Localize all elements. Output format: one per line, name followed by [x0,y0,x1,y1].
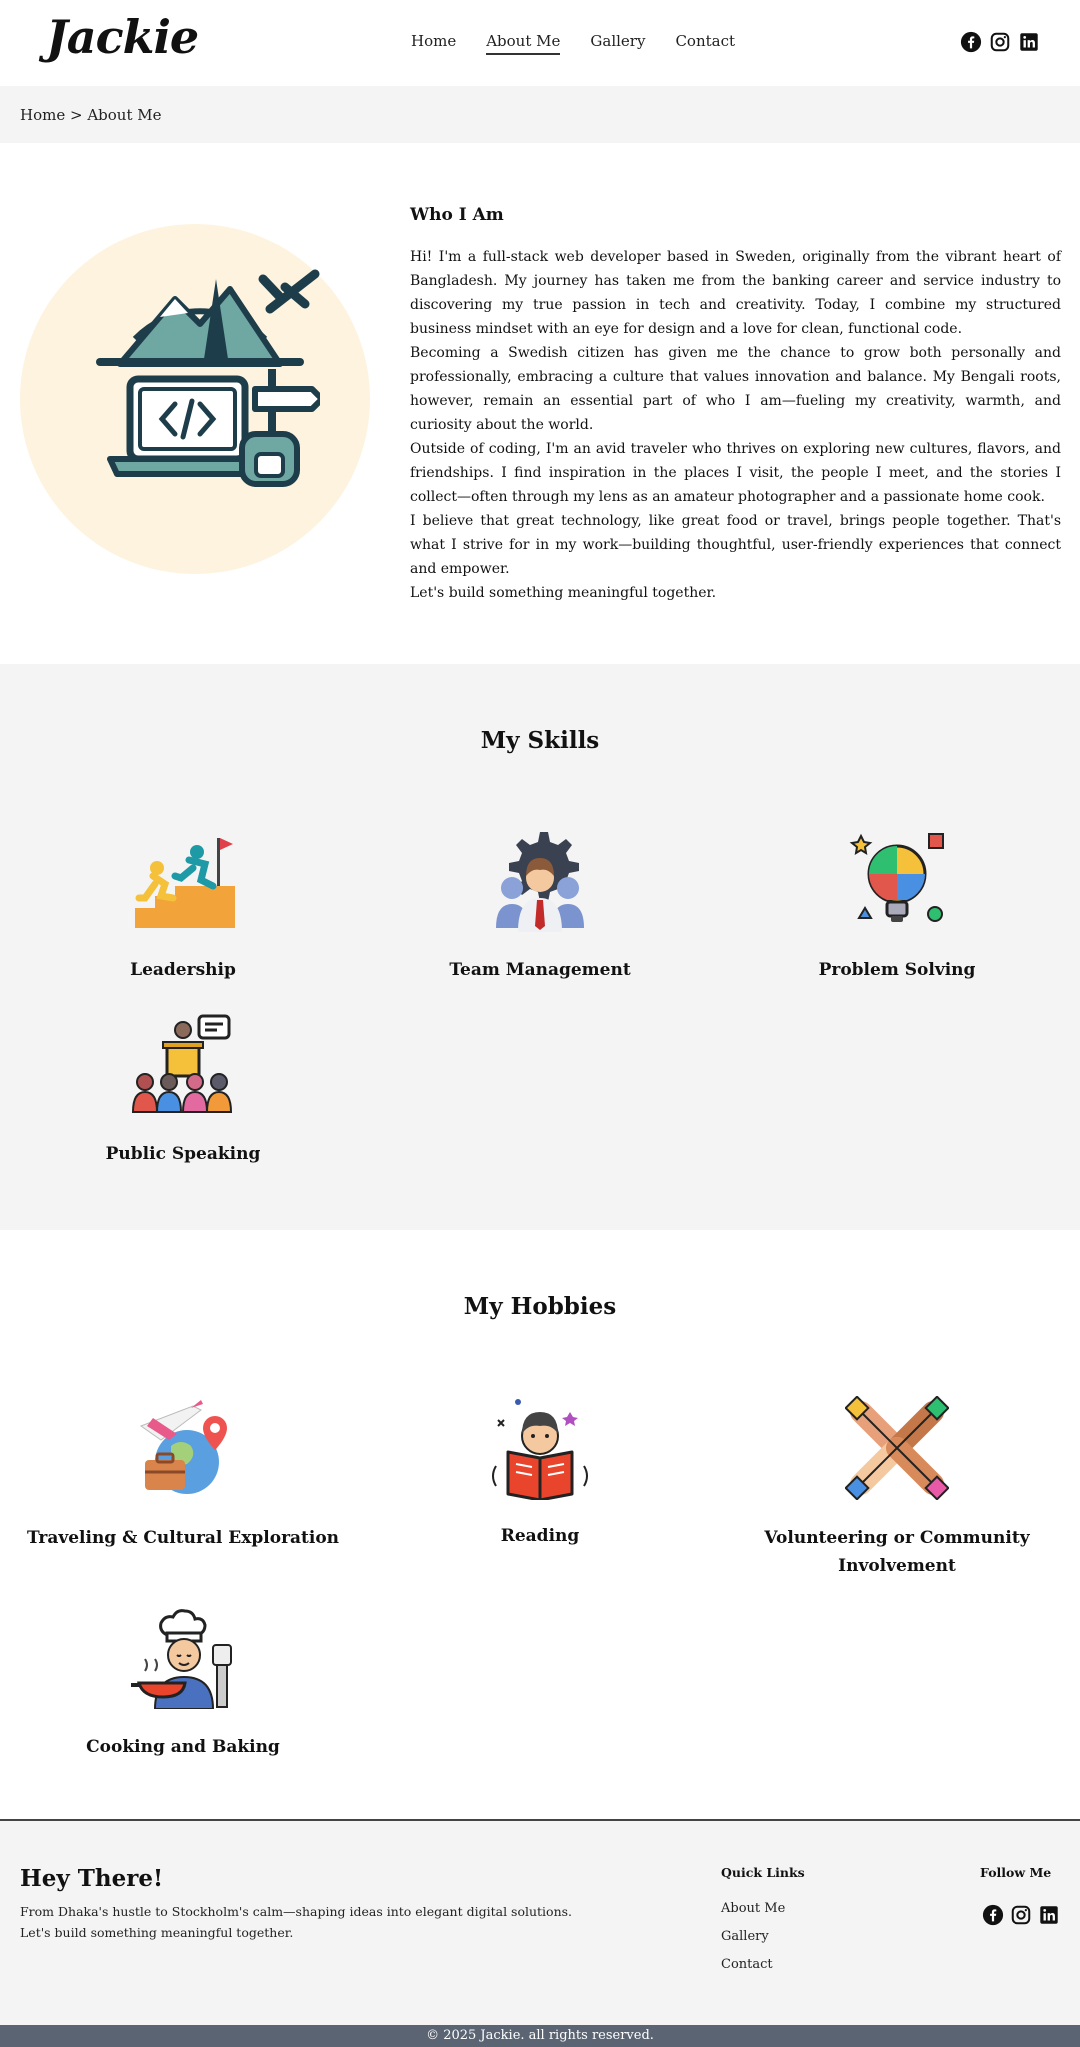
developer-travel-icon [96,269,320,487]
skill-label: Problem Solving [818,960,976,980]
hobby-label: Cooking and Baking [86,1737,280,1757]
skill-card-team-management: Team Management [370,828,710,984]
hobby-card-volunteering: Volunteering or Community Involvement [727,1396,1067,1580]
skill-label: Leadership [130,960,236,980]
leadership-icon [135,838,235,928]
volunteering-icon [845,1396,949,1500]
about-title: Who I Am [410,205,504,225]
footer-link-gallery[interactable]: Gallery [721,1927,785,1946]
facebook-icon[interactable] [982,1904,1004,1926]
header-social-links [960,31,1040,53]
instagram-icon[interactable] [989,31,1011,53]
problem-solving-icon [849,833,944,922]
hobby-label: Volunteering or Community Involvement [764,1528,1030,1576]
about-section: Who I Am Hi! I'm a full-stack web develo… [0,143,1080,664]
skill-card-public-speaking: Public Speaking [13,1012,353,1168]
footer-title: Hey There! [20,1865,164,1892]
hobby-label: Reading [500,1526,580,1546]
footer-link-about-me[interactable]: About Me [721,1899,785,1918]
reading-icon [492,1399,588,1500]
skill-label: Team Management [449,960,631,980]
hobby-label: Traveling & Cultural Exploration [26,1528,340,1548]
hobby-card-cooking: Cooking and Baking [13,1605,353,1761]
hobbies-section: My Hobbies Traveling & Cultural Explorat… [0,1230,1080,1821]
nav-about-me[interactable]: About Me [486,32,561,55]
linkedin-icon[interactable] [1038,1904,1060,1926]
hobby-card-reading: Reading [370,1396,710,1550]
footer-desc-line: Let's build something meaningful togethe… [20,1925,294,1940]
about-paragraph: I believe that great technology, like gr… [410,513,1061,577]
copyright-bar: © 2025 Jackie. all rights reserved. [0,2025,1080,2047]
quick-links: About Me Gallery Contact [721,1899,785,1974]
travel-icon [139,1400,227,1494]
skill-card-leadership: Leadership [13,828,353,984]
hobbies-title: My Hobbies [463,1293,617,1320]
footer-link-contact[interactable]: Contact [721,1955,785,1974]
main-nav: Home About Me Gallery Contact [411,32,735,55]
skill-label: Public Speaking [105,1144,261,1164]
instagram-icon[interactable] [1010,1904,1032,1926]
nav-gallery[interactable]: Gallery [590,32,645,55]
hobby-card-traveling: Traveling & Cultural Exploration [13,1396,353,1552]
skills-title: My Skills [480,727,600,754]
skills-section: My Skills Leadership Team Management Pro… [0,664,1080,1230]
about-paragraph: Hi! I'm a full-stack web developer based… [410,249,1061,337]
site-footer: Hey There! From Dhaka's hustle to Stockh… [0,1821,1080,2025]
site-header: Jackie Home About Me Gallery Contact [0,0,1080,86]
about-paragraph: Let's build something meaningful togethe… [410,585,717,601]
about-illustration [20,224,370,574]
footer-description: From Dhaka's hustle to Stockholm's calm—… [20,1901,580,1943]
skill-card-problem-solving: Problem Solving [727,828,1067,984]
footer-desc-line: From Dhaka's hustle to Stockholm's calm—… [20,1904,573,1919]
nav-contact[interactable]: Contact [675,32,735,55]
about-paragraph: Outside of coding, I'm an avid traveler … [410,441,1061,505]
site-logo[interactable]: Jackie [46,10,199,64]
footer-social-links [982,1904,1060,1926]
linkedin-icon[interactable] [1018,31,1040,53]
public-speaking-icon [131,1014,233,1113]
team-management-icon [496,832,584,932]
follow-me-title: Follow Me [980,1865,1052,1880]
about-text: Who I Am Hi! I'm a full-stack web develo… [410,205,1061,605]
cooking-icon [131,1609,232,1709]
facebook-icon[interactable] [960,31,982,53]
quick-links-title: Quick Links [721,1865,805,1880]
nav-home[interactable]: Home [411,32,456,55]
breadcrumb[interactable]: Home > About Me [0,86,1080,143]
about-paragraph: Becoming a Swedish citizen has given me … [410,345,1061,433]
